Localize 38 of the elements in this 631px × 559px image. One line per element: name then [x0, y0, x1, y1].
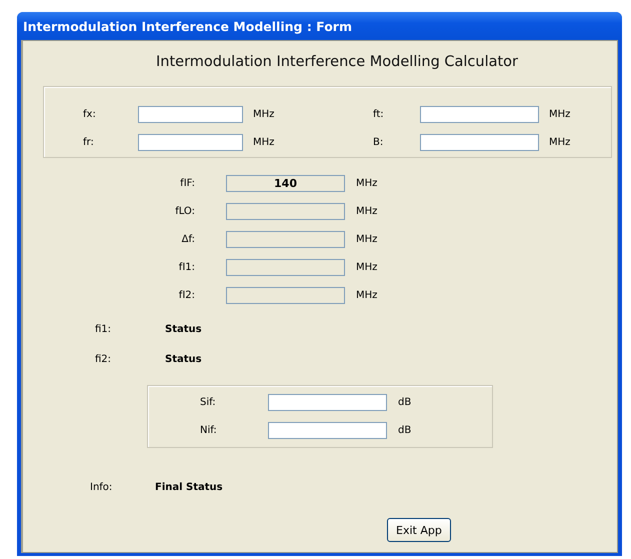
unit-label: MHz [252, 109, 276, 120]
input-field[interactable] [138, 106, 243, 123]
unit-label: MHz [355, 178, 378, 189]
unit-label: MHz [548, 109, 572, 120]
unit-label: dB [397, 425, 412, 436]
status-text: Final Status [155, 482, 224, 493]
status-text: Status [165, 354, 203, 365]
input-field[interactable] [268, 394, 387, 411]
field-label: B: [373, 137, 384, 148]
input-field[interactable] [420, 134, 539, 151]
field-label: fx: [83, 109, 97, 120]
unit-label: MHz [355, 290, 378, 301]
field-label: fI1: [178, 262, 195, 273]
field-label: Sif: [200, 397, 217, 408]
field-label: ft: [373, 109, 385, 120]
unit-label: MHz [252, 137, 276, 148]
window-title: Intermodulation Interference Modelling : Form [17, 12, 622, 40]
output-field: 140 [226, 175, 345, 192]
field-label: Nif: [200, 425, 218, 436]
unit-label: MHz [548, 137, 572, 148]
field-label: fi1: [95, 324, 112, 335]
field-label: Δf: [180, 234, 195, 245]
unit-label: dB [397, 397, 412, 408]
form-heading: Intermodulation Interference Modelling Calculator [155, 53, 520, 72]
unit-label: MHz [355, 262, 378, 273]
unit-label: MHz [355, 234, 378, 245]
field-label: Info: [90, 482, 114, 493]
input-field[interactable] [138, 134, 243, 151]
field-label: fr: [83, 137, 95, 148]
field-label: fi2: [95, 354, 112, 365]
field-label: fLO: [174, 206, 195, 217]
input-field[interactable] [268, 422, 387, 439]
status-text: Status [165, 324, 203, 335]
exit-button[interactable]: Exit App [387, 518, 451, 542]
field-label: fI2: [178, 290, 195, 301]
input-field[interactable] [420, 106, 539, 123]
unit-label: MHz [355, 206, 378, 217]
field-label: fIF: [179, 178, 195, 189]
